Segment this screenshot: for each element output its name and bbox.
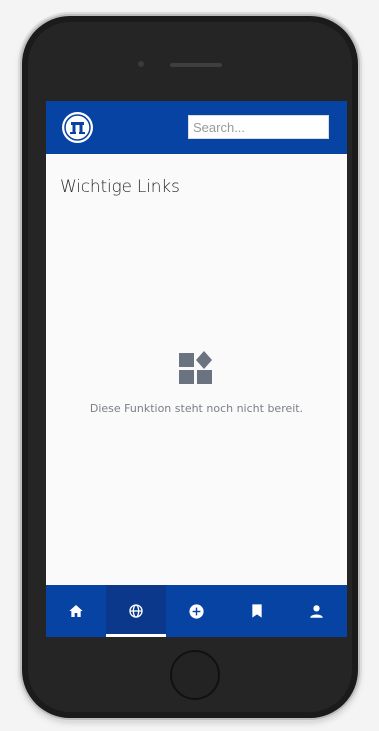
front-camera — [138, 61, 144, 67]
nav-home[interactable] — [46, 585, 106, 637]
earpiece-speaker — [170, 63, 222, 67]
person-icon — [310, 604, 324, 618]
device-frame: Wichtige Links Diese Funktion steht noch… — [0, 0, 379, 731]
bookmark-icon — [252, 604, 262, 618]
bottom-navigation — [46, 585, 347, 637]
search-input[interactable] — [188, 115, 329, 139]
home-icon — [69, 605, 83, 617]
add-circle-icon — [189, 603, 204, 619]
company-logo-icon[interactable] — [62, 112, 93, 143]
nav-bookmarks[interactable] — [227, 585, 287, 637]
globe-icon — [129, 604, 143, 618]
home-button[interactable] — [170, 650, 220, 700]
top-app-bar — [46, 101, 347, 154]
nav-profile[interactable] — [287, 585, 347, 637]
app-screen: Wichtige Links Diese Funktion steht noch… — [46, 101, 347, 637]
empty-state-message: Diese Funktion steht noch nicht bereit. — [89, 402, 304, 415]
nav-add[interactable] — [166, 585, 226, 637]
page-title: Wichtige Links — [60, 177, 180, 197]
widgets-icon — [179, 351, 213, 385]
nav-links[interactable] — [106, 585, 167, 637]
